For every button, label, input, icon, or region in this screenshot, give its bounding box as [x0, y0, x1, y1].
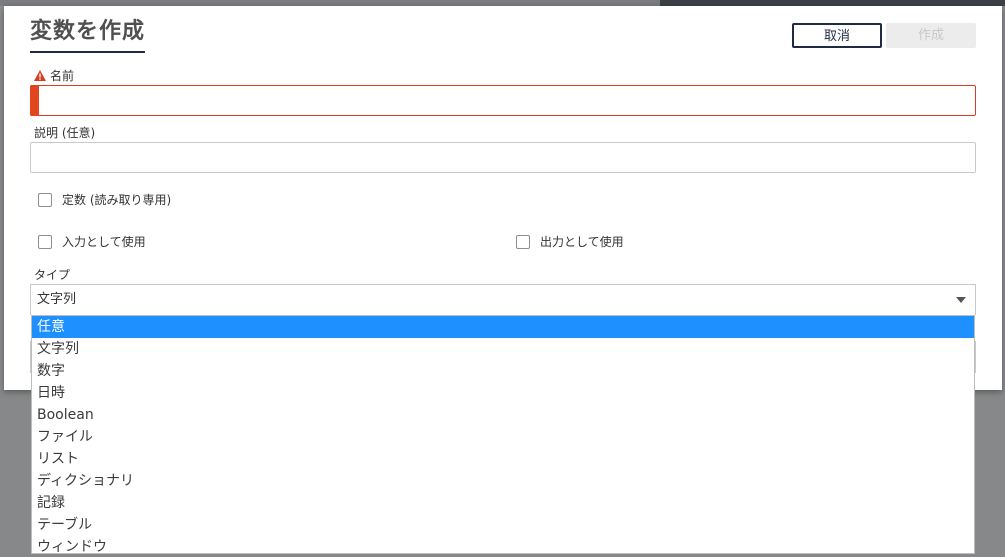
- description-input[interactable]: [30, 142, 976, 173]
- type-dropdown-list[interactable]: 任意 文字列 数字 日時 Boolean ファイル リスト ディクショナリ 記録…: [31, 315, 975, 554]
- name-label: 名前: [50, 69, 75, 83]
- dialog-title: 変数を作成: [30, 17, 146, 53]
- use-as-input-label: 入力として使用: [62, 235, 146, 249]
- constant-checkbox-label: 定数 (読み取り専用): [62, 193, 172, 207]
- type-option-window[interactable]: ウィンドウ: [32, 536, 974, 553]
- chevron-down-icon[interactable]: [956, 297, 966, 303]
- type-option-datetime[interactable]: 日時: [32, 382, 974, 404]
- description-label: 説明 (任意): [34, 126, 96, 140]
- type-option-file[interactable]: ファイル: [32, 426, 974, 448]
- name-label-row: 名前: [34, 69, 74, 84]
- type-option-table[interactable]: テーブル: [32, 514, 974, 536]
- type-option-list[interactable]: リスト: [32, 448, 974, 470]
- name-input[interactable]: [30, 85, 976, 116]
- type-option-dictionary[interactable]: ディクショナリ: [32, 470, 974, 492]
- type-option-string[interactable]: 文字列: [32, 338, 974, 360]
- cancel-button[interactable]: 取消: [792, 23, 882, 48]
- use-as-output-checkbox[interactable]: [516, 235, 530, 249]
- type-select-value: 文字列: [37, 292, 77, 307]
- constant-checkbox-row[interactable]: 定数 (読み取り専用): [38, 192, 171, 208]
- use-as-output-label: 出力として使用: [540, 235, 624, 249]
- type-option-number[interactable]: 数字: [32, 360, 974, 382]
- output-checkbox-row[interactable]: 出力として使用: [516, 234, 624, 250]
- constant-checkbox[interactable]: [38, 193, 52, 207]
- input-checkbox-row[interactable]: 入力として使用: [38, 234, 146, 250]
- type-label: タイプ: [34, 268, 71, 282]
- use-as-input-checkbox[interactable]: [38, 235, 52, 249]
- type-option-boolean[interactable]: Boolean: [32, 404, 974, 426]
- create-button[interactable]: 作成: [886, 23, 976, 48]
- type-select[interactable]: 文字列: [30, 284, 976, 315]
- warning-icon: [34, 70, 46, 84]
- type-option-any[interactable]: 任意: [32, 316, 974, 338]
- type-option-record[interactable]: 記録: [32, 492, 974, 514]
